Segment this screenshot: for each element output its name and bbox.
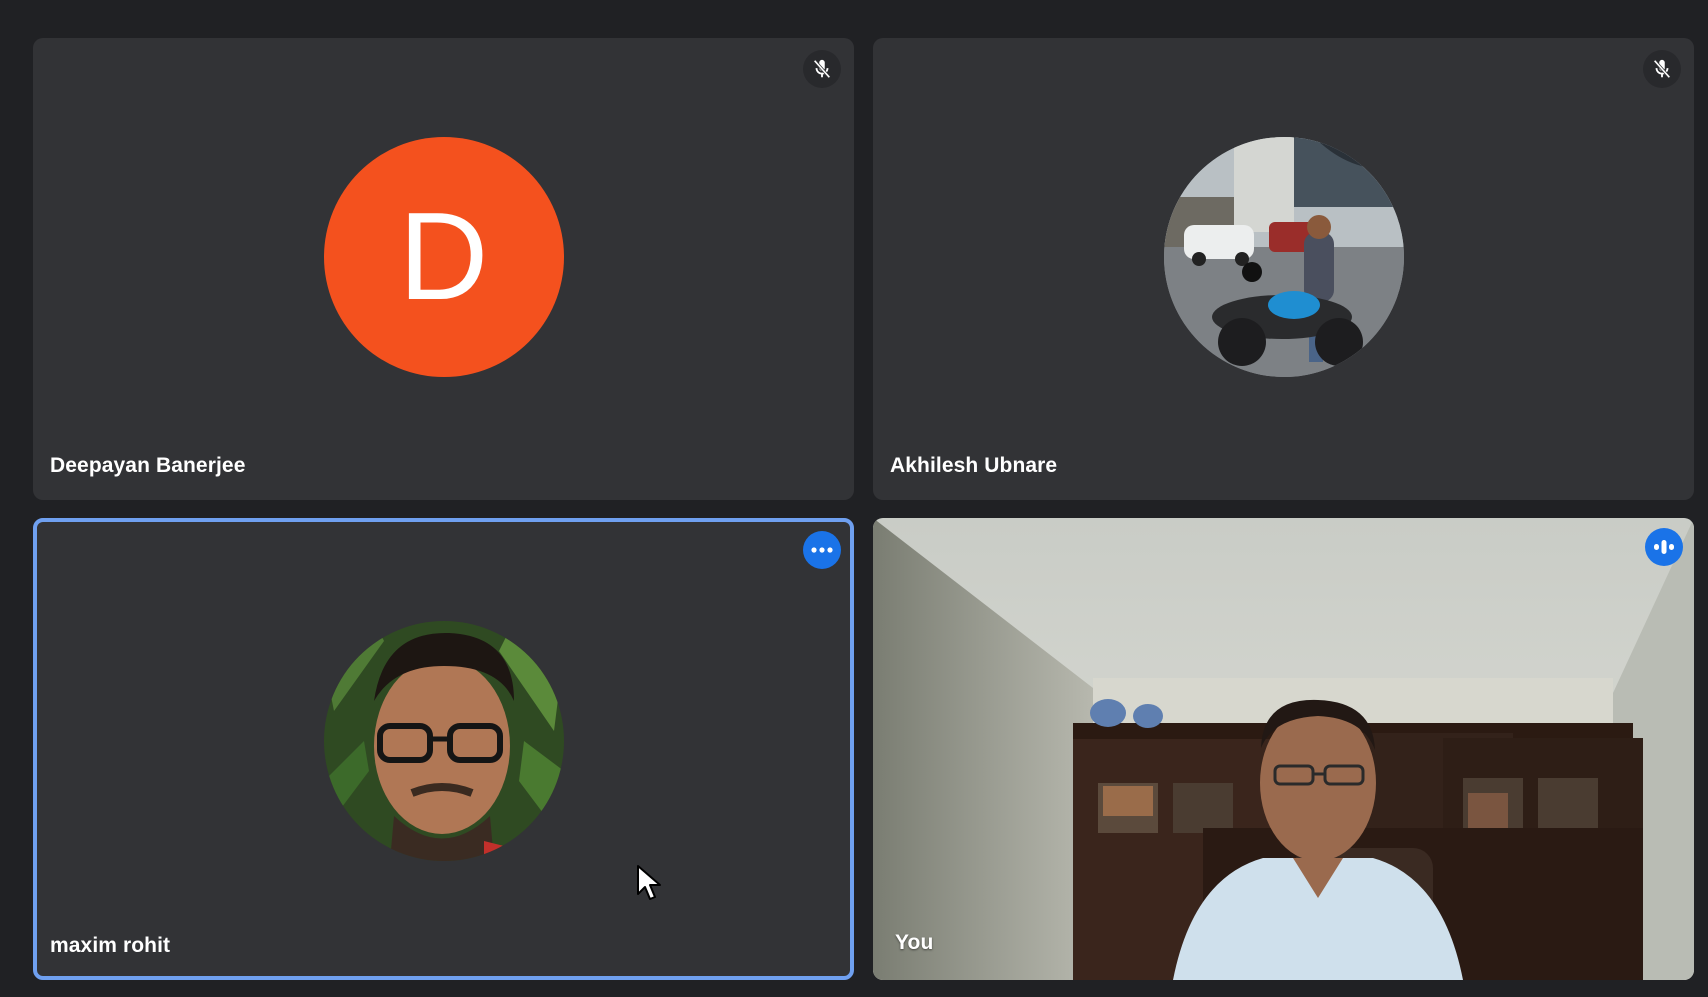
avatar-photo: [323, 621, 564, 861]
avatar: [1163, 137, 1404, 377]
more-options-icon[interactable]: [803, 531, 841, 569]
mic-off-icon: [1643, 50, 1681, 88]
avatar-photo: [1163, 137, 1404, 377]
mouse-cursor-icon: [637, 865, 661, 900]
avatar: D: [323, 137, 564, 377]
meeting-grid: D Deepayan Banerjee Akhilesh Ubnare maxi…: [0, 0, 1708, 997]
participant-tile-akhilesh[interactable]: Akhilesh Ubnare: [873, 38, 1694, 500]
avatar-letter: D: [398, 188, 489, 326]
video-feed: [873, 518, 1694, 980]
participant-name: You: [895, 931, 934, 954]
participant-tile-maxim[interactable]: maxim rohit: [33, 518, 854, 980]
self-video-tile[interactable]: You: [873, 518, 1694, 980]
participant-name: Deepayan Banerjee: [50, 454, 246, 477]
speaking-indicator-icon: [1645, 528, 1683, 566]
participant-tile-deepayan[interactable]: D Deepayan Banerjee: [33, 38, 854, 500]
participant-name: maxim rohit: [50, 934, 171, 957]
mic-off-icon: [803, 50, 841, 88]
participant-name: Akhilesh Ubnare: [890, 454, 1058, 477]
avatar: [323, 621, 564, 861]
